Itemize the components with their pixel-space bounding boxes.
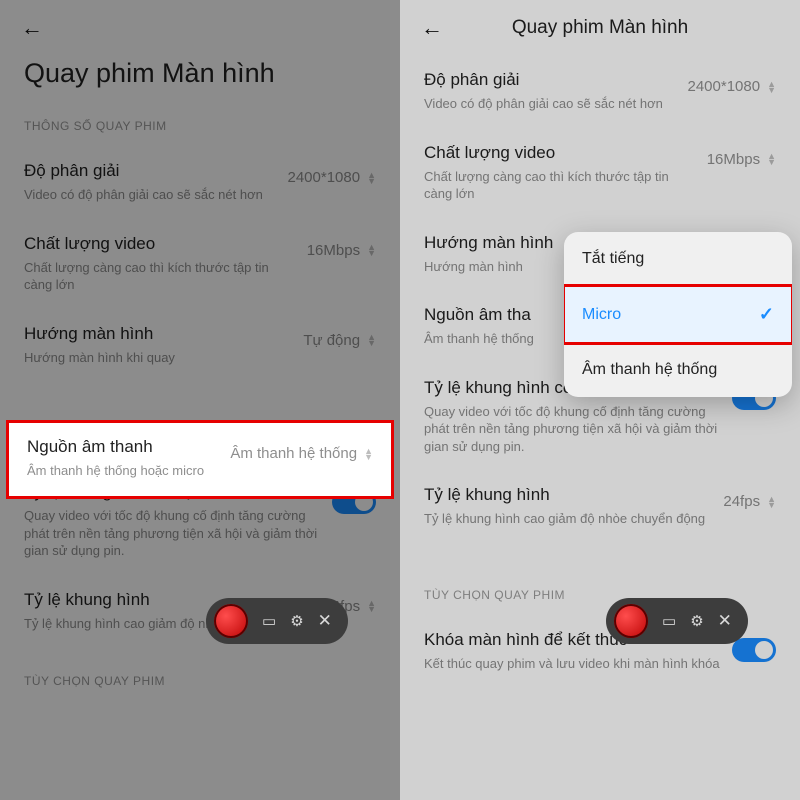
section-label-2: TÙY CHỌN QUAY PHIM (0, 648, 400, 702)
back-arrow-icon[interactable]: ← (18, 14, 46, 42)
right-screenshot: ← Quay phim Màn hình Độ phân giải Video … (400, 0, 800, 800)
audio-source-row[interactable]: Nguồn âm thanh Âm thanh hệ thống hoặc mi… (9, 423, 391, 496)
record-button-icon[interactable] (214, 604, 248, 638)
orientation-desc: Hướng màn hình khi quay (24, 349, 295, 367)
chevron-updown-icon: ▲▼ (767, 496, 776, 508)
quality-value: 16Mbps▲▼ (307, 234, 376, 259)
orientation-value: Tự động▲▼ (303, 324, 376, 349)
section-label: THÔNG SỐ QUAY PHIM (0, 93, 400, 147)
chevron-updown-icon: ▲▼ (367, 600, 376, 612)
chevron-updown-icon: ▲▼ (767, 81, 776, 93)
audio-source-highlight: Nguồn âm thanh Âm thanh hệ thống hoặc mi… (6, 420, 394, 499)
fps-row[interactable]: Tỷ lệ khung hình Tỷ lệ khung hình cao gi… (400, 471, 800, 544)
record-button-icon[interactable] (614, 604, 648, 638)
left-screenshot: ← Quay phim Màn hình THÔNG SỐ QUAY PHIM … (0, 0, 400, 800)
header: ← (0, 0, 400, 48)
fps-desc: Tỷ lệ khung hình cao giảm độ nhòe chuyển… (424, 510, 715, 528)
chevron-updown-icon: ▲▼ (367, 334, 376, 346)
close-icon[interactable]: ✕ (318, 611, 332, 631)
chevron-updown-icon: ▲▼ (767, 153, 776, 165)
quality-value: 16Mbps▲▼ (707, 143, 776, 168)
orientation-row[interactable]: Hướng màn hình Hướng màn hình khi quay T… (0, 310, 400, 383)
chevron-updown-icon: ▲▼ (364, 448, 373, 460)
gear-icon[interactable]: ⚙ (690, 612, 703, 630)
chevron-updown-icon: ▲▼ (367, 244, 376, 256)
quality-title: Chất lượng video (24, 234, 299, 254)
check-icon: ✓ (759, 304, 774, 325)
orientation-title: Hướng màn hình (24, 324, 295, 344)
back-arrow-icon[interactable]: ← (418, 14, 446, 42)
header: ← Quay phim Màn hình (400, 0, 800, 48)
fixed-fps-desc: Quay video với tốc độ khung cố định tăng… (424, 403, 724, 456)
recorder-pill[interactable]: ▭ ⚙ ✕ (606, 598, 748, 644)
chevron-updown-icon: ▲▼ (367, 172, 376, 184)
folder-icon[interactable]: ▭ (262, 612, 276, 630)
quality-row[interactable]: Chất lượng video Chất lượng càng cao thì… (0, 220, 400, 310)
popup-micro-label: Micro (582, 306, 621, 324)
quality-title: Chất lượng video (424, 143, 699, 163)
audio-source-popup: Tắt tiếng Micro ✓ Âm thanh hệ thống (564, 232, 792, 397)
resolution-value: 2400*1080▲▼ (288, 161, 377, 186)
header-title: Quay phim Màn hình (452, 17, 748, 39)
resolution-title: Độ phân giải (424, 70, 680, 90)
quality-desc: Chất lượng càng cao thì kích thước tập t… (424, 168, 699, 203)
fps-title: Tỷ lệ khung hình (424, 485, 715, 505)
lock-desc: Kết thúc quay phim và lưu video khi màn … (424, 655, 724, 673)
popup-option-system[interactable]: Âm thanh hệ thống (564, 343, 792, 397)
audio-desc: Âm thanh hệ thống hoặc micro (27, 462, 222, 480)
resolution-title: Độ phân giải (24, 161, 280, 181)
quality-row[interactable]: Chất lượng video Chất lượng càng cao thì… (400, 129, 800, 219)
popup-mute-label: Tắt tiếng (582, 250, 644, 268)
fps-value: 24fps▲▼ (723, 485, 776, 510)
resolution-row[interactable]: Độ phân giải Video có độ phân giải cao s… (400, 48, 800, 129)
audio-value: Âm thanh hệ thống▲▼ (230, 437, 373, 462)
popup-option-micro[interactable]: Micro ✓ (564, 286, 792, 343)
lock-toggle[interactable] (732, 638, 776, 662)
audio-title: Nguồn âm thanh (27, 437, 222, 457)
resolution-desc: Video có độ phân giải cao sẽ sắc nét hơn (424, 95, 680, 113)
resolution-desc: Video có độ phân giải cao sẽ sắc nét hơn (24, 186, 280, 204)
quality-desc: Chất lượng càng cao thì kích thước tập t… (24, 259, 299, 294)
popup-option-mute[interactable]: Tắt tiếng (564, 232, 792, 286)
fixed-fps-desc: Quay video với tốc độ khung cố định tăng… (24, 507, 324, 560)
gear-icon[interactable]: ⚙ (290, 612, 303, 630)
resolution-value: 2400*1080▲▼ (688, 70, 777, 95)
folder-icon[interactable]: ▭ (662, 612, 676, 630)
page-title: Quay phim Màn hình (0, 48, 400, 93)
popup-system-label: Âm thanh hệ thống (582, 361, 717, 379)
recorder-pill[interactable]: ▭ ⚙ ✕ (206, 598, 348, 644)
close-icon[interactable]: ✕ (718, 611, 732, 631)
resolution-row[interactable]: Độ phân giải Video có độ phân giải cao s… (0, 147, 400, 220)
